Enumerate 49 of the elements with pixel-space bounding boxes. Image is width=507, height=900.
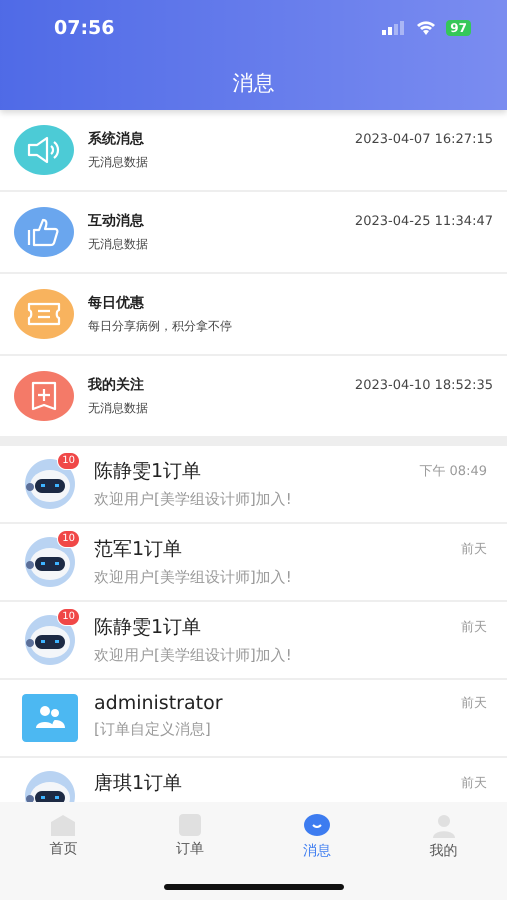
- category-subtitle: 无消息数据: [88, 236, 149, 253]
- chat-time: 前天: [461, 775, 487, 792]
- chat-time: 前天: [461, 695, 487, 712]
- chat-name: 唐琪1订单: [94, 771, 182, 796]
- status-time: 07:56: [54, 17, 116, 39]
- category-title: 互动消息: [88, 212, 144, 230]
- tab-item[interactable]: 首页: [0, 814, 127, 860]
- group-avatar-icon: [22, 694, 78, 742]
- category-subtitle: 无消息数据: [88, 154, 149, 171]
- chat-name: administrator: [94, 692, 223, 714]
- chat-name: 陈静雯1订单: [94, 615, 202, 640]
- category-time: 2023-04-07 16:27:15: [354, 132, 493, 146]
- speaker-icon: [26, 136, 62, 164]
- category-title: 我的关注: [88, 376, 144, 394]
- chat-item[interactable]: 10 陈静雯1订单 前天 欢迎用户[美学组设计师]加入!: [0, 602, 507, 680]
- chat-bubble-icon: [302, 814, 331, 838]
- category-item[interactable]: 系统消息 2023-04-07 16:27:15 无消息数据: [0, 110, 507, 192]
- chat-name: 范军1订单: [94, 537, 182, 562]
- chat-preview: 欢迎用户[美学组设计师]加入!: [94, 568, 293, 587]
- category-subtitle: 无消息数据: [88, 400, 149, 417]
- signal-icon: [382, 21, 406, 35]
- unread-badge: 10: [57, 608, 80, 626]
- chat-item[interactable]: administrator 前天 [订单自定义消息]: [0, 680, 507, 758]
- category-item[interactable]: 互动消息 2023-04-25 11:34:47 无消息数据: [0, 192, 507, 274]
- unread-badge: 10: [57, 452, 80, 470]
- bookmark-plus-icon: [29, 380, 59, 412]
- chat-preview: 欢迎用户[美学组设计师]加入!: [94, 490, 293, 509]
- wifi-icon: [416, 21, 436, 35]
- chat-time: 前天: [461, 541, 487, 558]
- chat-time: 前天: [461, 619, 487, 636]
- battery-indicator: 97: [446, 20, 471, 36]
- tab-item[interactable]: 我的: [380, 814, 507, 860]
- page-title: 消息: [232, 70, 274, 97]
- tab-item[interactable]: 消息: [254, 814, 380, 860]
- chat-item[interactable]: 10 范军1订单 前天 欢迎用户[美学组设计师]加入!: [0, 524, 507, 602]
- chat-preview: [订单自定义消息]: [94, 720, 212, 739]
- unread-badge: 10: [57, 530, 80, 548]
- chat-time: 下午 08:49: [419, 463, 487, 480]
- chat-item[interactable]: 10 陈静雯1订单 下午 08:49 欢迎用户[美学组设计师]加入!: [0, 446, 507, 524]
- chat-preview: 欢迎用户[美学组设计师]加入!: [94, 646, 293, 665]
- category-title: 系统消息: [88, 130, 144, 148]
- category-title: 每日优惠: [88, 294, 144, 312]
- category-item[interactable]: 每日优惠 每日分享病例，积分拿不停: [0, 274, 507, 356]
- ticket-icon: [26, 301, 62, 327]
- category-time: 2023-04-10 18:52:35: [354, 378, 493, 392]
- category-subtitle: 每日分享病例，积分拿不停: [88, 318, 233, 335]
- chat-name: 陈静雯1订单: [94, 459, 202, 484]
- tab-item[interactable]: 订单: [126, 814, 254, 860]
- category-time: 2023-04-25 11:34:47: [354, 214, 493, 228]
